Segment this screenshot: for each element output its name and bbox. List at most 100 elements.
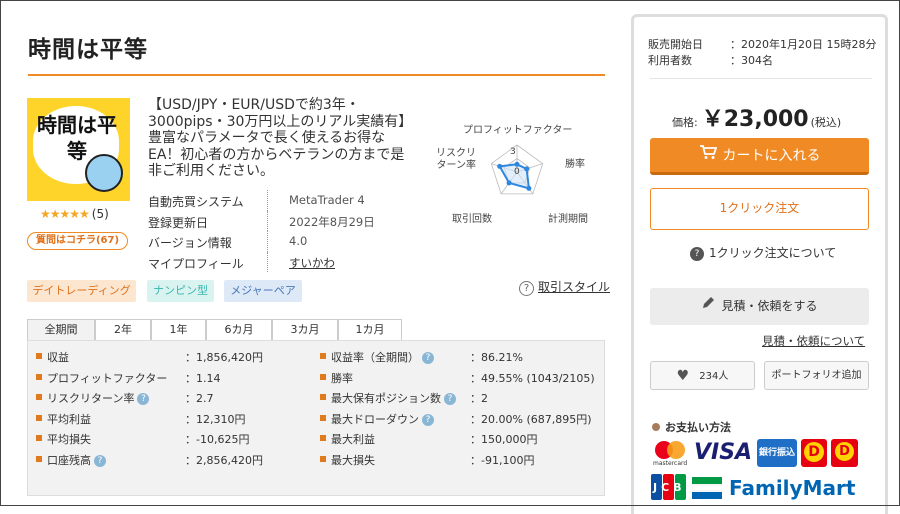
pen-icon (701, 288, 715, 325)
users-label: 利用者数 (648, 54, 692, 67)
stat-label-text: 収益率（全期間） (331, 351, 419, 364)
add-to-cart-button[interactable]: カートに入れる (650, 138, 869, 175)
tab-1y[interactable]: 1年 (151, 319, 206, 340)
star-icons: ★★★★★ (40, 207, 90, 221)
payment-heading: お支払い方法 (652, 419, 731, 435)
stat-value: ：2,856,420円 (185, 453, 263, 467)
price-value: ￥23,000 (701, 107, 809, 132)
jcb-logo: JCB (651, 474, 687, 500)
help-icon[interactable]: ? (422, 413, 434, 426)
info-separator (267, 190, 268, 211)
users-value: ：304名 (730, 54, 773, 67)
help-icon[interactable]: ? (137, 393, 150, 405)
help-icon[interactable]: ? (94, 454, 106, 467)
one-click-order-button[interactable]: 1クリック注文 (650, 188, 869, 230)
info-row-profile: マイプロフィール すいかわ (148, 251, 448, 272)
stats-row: 口座残高? ：2,856,420円 最大損失 ：-91,100円 (28, 449, 606, 469)
stat-value: ：2 (470, 392, 488, 405)
bullet-icon (36, 414, 42, 421)
radar-label-trades: 取引回数 (452, 214, 492, 225)
familymart-icon (691, 477, 723, 499)
radar-label-period: 計測期間 (548, 214, 588, 225)
bullet-icon (320, 373, 326, 380)
stat-label-text: 勝率 (331, 371, 353, 385)
bullet-icon (36, 373, 42, 380)
price-tax: (税込) (810, 116, 842, 129)
stat-label: 平均利益 (47, 411, 91, 427)
sale-start-value: ：2020年1月20日 15時28分 (730, 38, 877, 51)
info-key: マイプロフィール (148, 256, 244, 271)
quote-request-button[interactable]: 見積・依頼をする (650, 288, 869, 325)
bullet-icon (36, 435, 42, 441)
visa-logo: VISA (694, 440, 753, 465)
stat-value: ：1,856,420円 (185, 351, 263, 364)
favorite-button[interactable]: ♥ 234人 (650, 361, 755, 390)
d-payment-logo: D (801, 439, 827, 467)
stat-label-text: 平均利益 (47, 412, 91, 426)
mastercard-text: mastercard (653, 460, 688, 467)
quote-request-label: 見積・依頼をする (721, 299, 818, 313)
users-row: 利用者数 ：304名 (648, 52, 878, 68)
radar-label-win-rate: 勝率 (565, 159, 585, 170)
help-icon[interactable]: ? (444, 393, 456, 405)
profile-link[interactable]: すいかわ (289, 255, 335, 271)
info-key: 自動売買システム (148, 195, 244, 209)
tab-2y[interactable]: 2年 (95, 319, 151, 340)
quote-about-link[interactable]: 見積・依頼について (762, 333, 865, 349)
familymart-logo: FamilyMart (729, 476, 856, 500)
info-key: バージョン情報 (148, 236, 232, 250)
favorite-count: 234人 (699, 371, 729, 382)
tab-all[interactable]: 全期間 (27, 319, 95, 340)
bullet-icon (320, 353, 326, 359)
stat-value: ：12,310円 (185, 412, 246, 426)
info-value: 4.0 (289, 234, 308, 248)
radar-point-4 (497, 163, 503, 169)
stat-label-text: プロフィットファクター (47, 371, 168, 385)
trade-style-link[interactable]: ? 取引スタイル (519, 278, 610, 296)
info-key: 登録更新日 (148, 215, 209, 230)
stats-row: 平均損失 ：-10,625円 最大利益 ：150,000円 (28, 428, 606, 448)
side-divider (650, 78, 872, 79)
radar-label-profit-factor: プロフィットファクター (463, 125, 573, 136)
radar-scale-label: 3 (510, 147, 516, 157)
bullet-icon (36, 394, 42, 400)
bullet-icon (36, 455, 42, 462)
price: 価格: ￥23,000 (税込) (672, 101, 841, 133)
question-button[interactable]: 質問はコチラ(67) (27, 232, 128, 250)
tab-6m[interactable]: 6カ月 (206, 319, 272, 340)
portfolio-add-button[interactable]: ポートフォリオ追加 (764, 361, 869, 390)
stat-value: ：49.55% (1043/2105) (470, 371, 595, 385)
info-value: 2022年8月29日 (289, 214, 375, 229)
stat-label-text: 口座残高 (47, 453, 91, 467)
product-description: 【USD/JPY・EUR/USDで約3年・3000pips・30万円以上のリアル… (148, 97, 406, 179)
stat-value: ：1.14 (185, 371, 221, 385)
tag-day-trading[interactable]: デイトレーディング (27, 280, 136, 302)
product-info: 自動売買システム MetaTrader 4 登録更新日 2022年8月29日 バージ… (148, 190, 448, 272)
radar-label-risk-return: リスクリターン率 (436, 148, 476, 171)
one-click-about-link[interactable]: ? 1クリック注文について (690, 244, 836, 261)
sale-start-label: 販売開始日 (648, 38, 703, 51)
payment-heading-label: お支払い方法 (665, 421, 731, 434)
stat-label: 収益率（全期間）? (331, 349, 434, 365)
stat-value: ：86.21% (470, 351, 523, 364)
info-row-system: 自動売買システム MetaTrader 4 (148, 190, 448, 211)
sale-meta: 販売開始日 ：2020年1月20日 15時28分 利用者数 ：304名 (648, 36, 878, 68)
product-image[interactable]: 時間は平等 (27, 98, 130, 201)
bullet-icon (36, 353, 42, 359)
info-row-version: バージョン情報 4.0 (148, 231, 448, 252)
tab-3m[interactable]: 3カ月 (272, 319, 338, 340)
sale-start-row: 販売開始日 ：2020年1月20日 15時28分 (648, 36, 878, 52)
stat-label-text: 最大利益 (331, 433, 375, 446)
stat-label-text: 収益 (47, 351, 69, 364)
tab-1m[interactable]: 1カ月 (338, 319, 402, 340)
tag-nanpin[interactable]: ナンピン型 (147, 280, 214, 302)
tag-major-pair[interactable]: メジャーペア (224, 280, 302, 302)
review-count[interactable]: (5) (92, 207, 109, 221)
stat-value: ：-10,625円 (185, 433, 250, 446)
info-value: MetaTrader 4 (289, 193, 365, 207)
stat-label: 最大保有ポジション数? (331, 390, 456, 406)
rating-stars: ★★★★★ (5) (40, 207, 109, 221)
help-icon[interactable]: ? (422, 352, 434, 364)
stat-label-text: 平均損失 (47, 433, 91, 446)
radar-point-2 (526, 185, 532, 191)
